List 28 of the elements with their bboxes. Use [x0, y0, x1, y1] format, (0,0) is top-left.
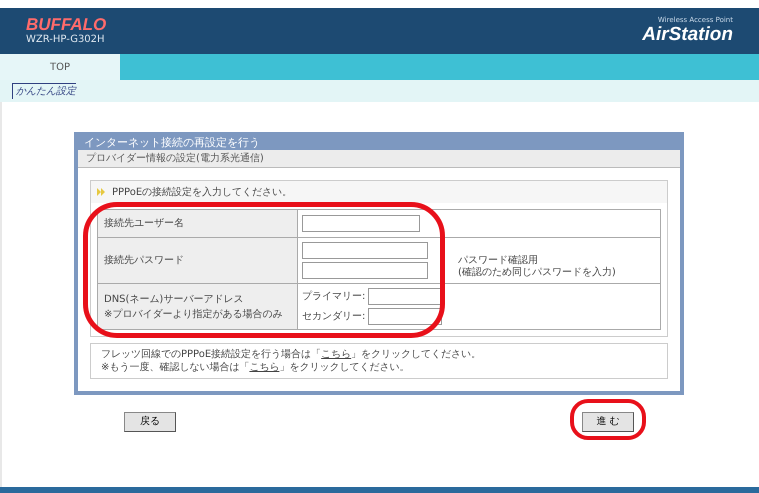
field-label: セカンダリー: — [302, 310, 366, 324]
product-name: AirStation — [642, 24, 733, 46]
note-text: ※もう一度、確認しない場合は「こちら」をクリックしてください。 — [101, 361, 410, 374]
nav-button[interactable]: 戻る — [124, 412, 176, 432]
breadcrumb: かんたん設定 — [12, 83, 76, 99]
input-field[interactable] — [302, 215, 420, 232]
input-field[interactable] — [368, 288, 442, 305]
row-label: 接続先パスワード — [104, 254, 185, 268]
note-text: フレッツ回線でのPPPoE接続設定を行う場合は「こちら」をクリックしてください。 — [101, 348, 482, 361]
nav-button[interactable]: 進 む — [582, 412, 634, 432]
brand-logo: BUFFALO — [26, 16, 106, 34]
input-field[interactable] — [302, 262, 428, 279]
input-field[interactable] — [302, 242, 428, 259]
model-name: WZR-HP-G302H — [26, 34, 106, 46]
here-link[interactable]: こちら — [249, 362, 280, 373]
panel-subtitle: プロバイダー情報の設定(電力系光通信) — [78, 150, 680, 168]
instruction-text: PPPoEの接続設定を入力してください。 — [112, 186, 292, 200]
arrow-icon — [97, 188, 106, 196]
confirm-note: (確認のため同じパスワードを入力) — [458, 267, 616, 279]
panel-title: インターネット接続の再設定を行う — [78, 136, 680, 150]
row-note: ※プロバイダーより指定がある場合のみ — [104, 308, 284, 322]
row-label: 接続先ユーザー名 — [104, 216, 185, 231]
nav-tab[interactable]: TOP — [0, 54, 120, 80]
confirm-label: パスワード確認用 — [458, 255, 539, 266]
field-label: プライマリー: — [302, 290, 366, 304]
row-label: DNS(ネーム)サーバーアドレス — [104, 292, 244, 306]
here-link[interactable]: こちら — [321, 349, 352, 360]
input-field[interactable] — [368, 308, 442, 325]
